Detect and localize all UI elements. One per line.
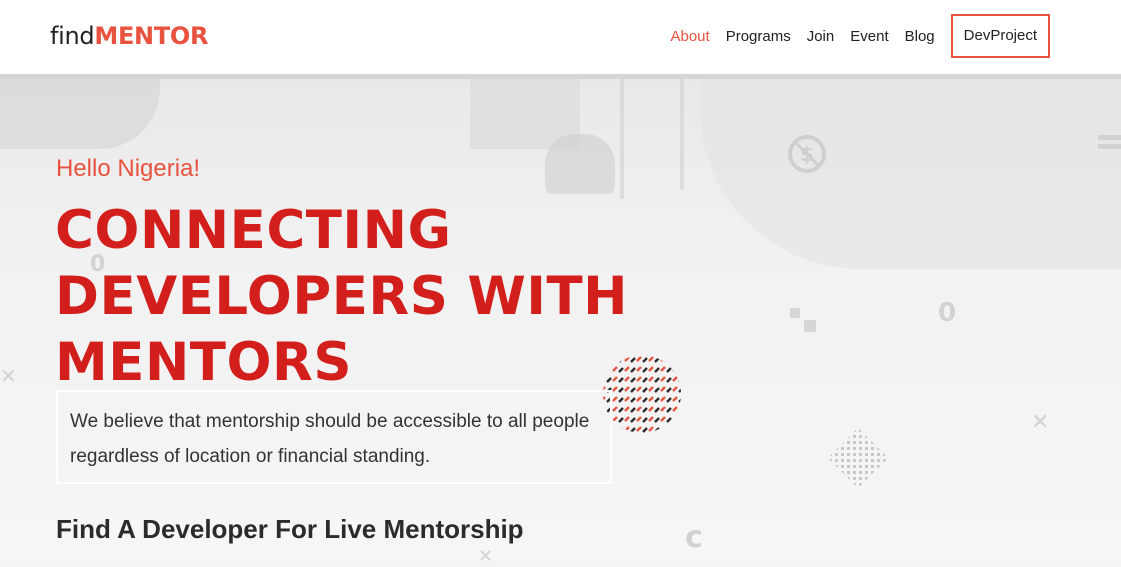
- nav-programs-link[interactable]: Programs: [726, 28, 791, 45]
- x-cross-icon: ✕: [478, 546, 494, 567]
- hero-greeting: Hello Nigeria!: [56, 155, 201, 182]
- background-photo-shape: [680, 79, 684, 189]
- dash-decoration: [1098, 135, 1121, 140]
- c-glyph-icon: c: [685, 520, 703, 555]
- dash-decoration: [1098, 144, 1121, 149]
- section-subheading: Find A Developer For Live Mentorship: [56, 514, 524, 544]
- nav-devproject-button[interactable]: DevProject: [950, 14, 1050, 58]
- background-photo-shape: [700, 79, 1121, 269]
- site-header: findMENTOR About Programs Join Event Blo…: [0, 0, 1121, 79]
- tagline-box: We believe that mentorship should be acc…: [56, 390, 612, 484]
- hero-headline: CONNECTING DEVELOPERS WITH MENTORS: [55, 200, 629, 393]
- background-photo-shape: [0, 79, 160, 149]
- site-logo[interactable]: findMENTOR: [50, 22, 209, 50]
- square-decoration: [790, 308, 800, 318]
- diamond-dots-icon: [828, 428, 888, 488]
- nav-about-link[interactable]: About: [670, 28, 709, 45]
- hero-tagline: We believe that mentorship should be acc…: [70, 411, 590, 467]
- nav-event-link[interactable]: Event: [850, 28, 888, 45]
- main-nav: About Programs Join Event Blog DevProjec…: [654, 14, 1050, 58]
- background-photo-shape: [545, 134, 615, 194]
- logo-mentor: MENTOR: [94, 22, 209, 50]
- x-cross-icon: ✕: [1031, 410, 1050, 435]
- zero-glyph-icon: 0: [938, 298, 957, 328]
- dollar-coin-icon: $: [788, 135, 826, 173]
- background-photo-shape: [620, 79, 624, 199]
- nav-blog-link[interactable]: Blog: [905, 28, 935, 45]
- square-decoration: [804, 320, 816, 332]
- logo-find: find: [50, 22, 95, 50]
- x-cross-icon: ✕: [0, 364, 17, 388]
- nav-join-link[interactable]: Join: [807, 28, 835, 45]
